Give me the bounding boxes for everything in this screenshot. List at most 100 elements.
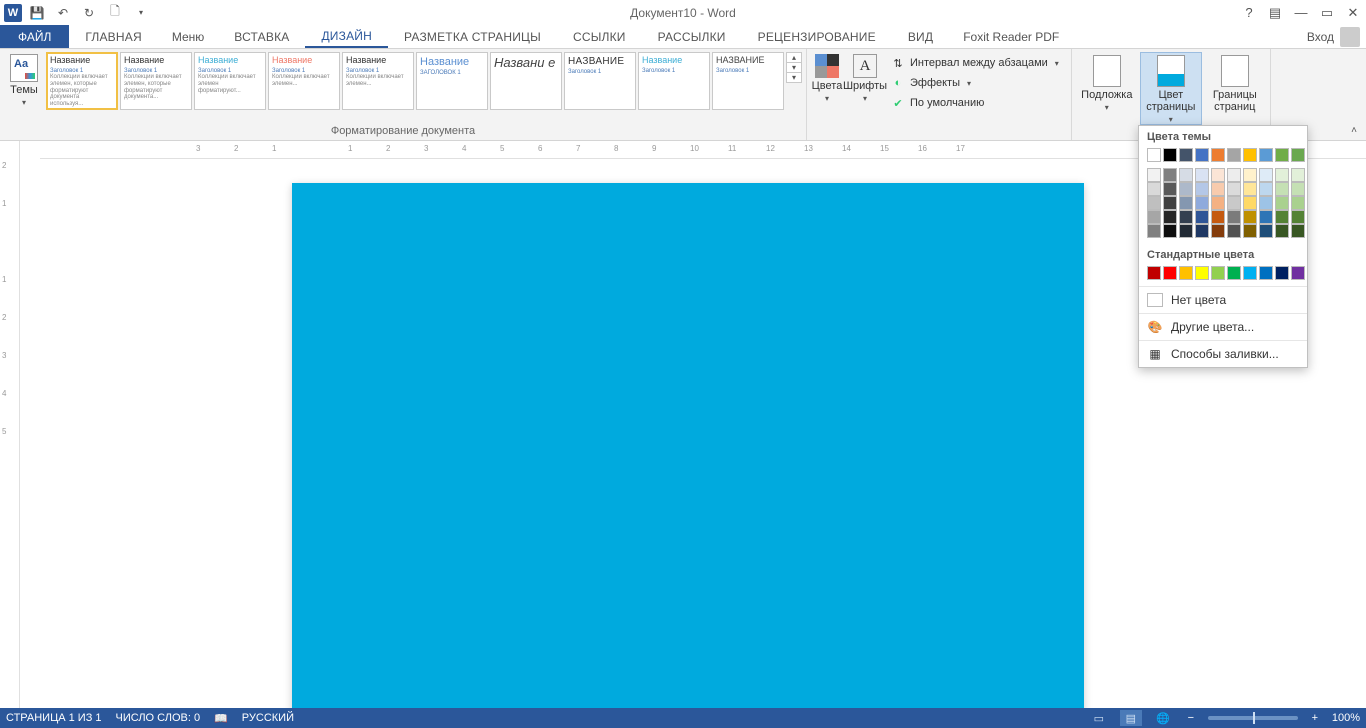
view-print-layout[interactable]: ▤ [1120,710,1142,726]
color-swatch[interactable] [1243,168,1257,182]
tab-references[interactable]: ССЫЛКИ [557,25,642,48]
color-swatch[interactable] [1291,266,1305,280]
status-language[interactable]: РУССКИЙ [242,712,294,724]
tab-mailings[interactable]: РАССЫЛКИ [642,25,742,48]
color-swatch[interactable] [1243,196,1257,210]
style-set-item[interactable]: НазваниеЗаголовок 1Коллекции включает эл… [194,52,266,110]
color-swatch[interactable] [1195,148,1209,162]
color-swatch[interactable] [1227,182,1241,196]
tab-insert[interactable]: ВСТАВКА [218,25,305,48]
collapse-ribbon-button[interactable]: ˄ [1346,122,1362,138]
themes-button[interactable]: Темы ▾ [4,52,44,107]
color-swatch[interactable] [1179,224,1193,238]
color-swatch[interactable] [1227,210,1241,224]
color-swatch[interactable] [1163,224,1177,238]
tab-page-layout[interactable]: РАЗМЕТКА СТРАНИЦЫ [388,25,557,48]
color-swatch[interactable] [1275,182,1289,196]
qat-undo-button[interactable]: ↶ [52,2,74,24]
view-read-mode[interactable]: ▭ [1088,710,1110,726]
tab-design[interactable]: ДИЗАЙН [305,25,388,48]
color-swatch[interactable] [1179,196,1193,210]
style-set-item[interactable]: НазваниеЗаголовок 1Коллекции включает эл… [120,52,192,110]
style-set-item[interactable]: НАЗВАНИЕЗаголовок 1 [564,52,636,110]
color-swatch[interactable] [1163,168,1177,182]
color-swatch[interactable] [1275,148,1289,162]
tab-menu[interactable]: Меню [158,25,218,48]
color-swatch[interactable] [1291,182,1305,196]
color-swatch[interactable] [1227,266,1241,280]
tab-home[interactable]: ГЛАВНАЯ [69,25,157,48]
gallery-scroll-down[interactable]: ▾ [786,63,802,73]
zoom-level[interactable]: 100% [1332,712,1360,724]
page-borders-button[interactable]: Границы страниц [1204,52,1266,114]
minimize-button[interactable]: — [1288,2,1314,24]
color-swatch[interactable] [1163,210,1177,224]
color-swatch[interactable] [1179,182,1193,196]
color-swatch[interactable] [1259,266,1273,280]
color-swatch[interactable] [1211,168,1225,182]
zoom-in-button[interactable]: + [1308,711,1322,725]
color-swatch[interactable] [1275,210,1289,224]
tab-view[interactable]: ВИД [892,25,949,48]
color-swatch[interactable] [1259,148,1273,162]
color-swatch[interactable] [1291,168,1305,182]
tab-foxit[interactable]: Foxit Reader PDF [949,25,1073,48]
color-swatch[interactable] [1147,266,1161,280]
color-swatch[interactable] [1195,210,1209,224]
color-swatch[interactable] [1291,196,1305,210]
color-swatch[interactable] [1275,224,1289,238]
color-swatch[interactable] [1147,182,1161,196]
close-button[interactable]: ✕ [1340,2,1366,24]
document-page[interactable] [292,183,1084,708]
color-swatch[interactable] [1259,224,1273,238]
document-formatting-gallery[interactable]: НазваниеЗаголовок 1Коллекции включает эл… [46,52,784,118]
gallery-expand[interactable]: ▾ [786,73,802,83]
style-set-item[interactable]: НАЗВАНИЕЗаголовок 1 [712,52,784,110]
color-swatch[interactable] [1163,182,1177,196]
qat-customize-button[interactable]: ▾ [130,2,152,24]
color-swatch[interactable] [1243,148,1257,162]
tab-file[interactable]: ФАЙЛ [0,25,69,48]
help-button[interactable]: ? [1236,2,1262,24]
color-swatch[interactable] [1195,182,1209,196]
qat-save-button[interactable]: 💾 [26,2,48,24]
color-swatch[interactable] [1163,148,1177,162]
set-as-default-button[interactable]: ✔ По умолчанию [887,94,1067,112]
color-swatch[interactable] [1243,266,1257,280]
color-swatch[interactable] [1259,210,1273,224]
status-word-count[interactable]: ЧИСЛО СЛОВ: 0 [116,712,201,724]
color-swatch[interactable] [1211,148,1225,162]
color-swatch[interactable] [1147,168,1161,182]
color-swatch[interactable] [1227,148,1241,162]
effects-button[interactable]: ◐ Эффекты ▾ [887,74,1067,92]
color-swatch[interactable] [1211,210,1225,224]
color-swatch[interactable] [1195,168,1209,182]
color-swatch[interactable] [1147,196,1161,210]
color-swatch[interactable] [1275,196,1289,210]
color-swatch[interactable] [1275,168,1289,182]
color-swatch[interactable] [1227,196,1241,210]
style-set-item[interactable]: НазваниеЗаголовок 1Коллекции включает эл… [342,52,414,110]
color-swatch[interactable] [1195,196,1209,210]
style-set-item[interactable]: Названи е [490,52,562,110]
color-swatch[interactable] [1195,266,1209,280]
color-swatch[interactable] [1243,210,1257,224]
style-set-item[interactable]: НазваниеЗаголовок 1 [638,52,710,110]
status-spellcheck[interactable]: 📖 [214,712,228,725]
style-set-item[interactable]: НазваниеЗаголовок 1Коллекции включает эл… [268,52,340,110]
more-colors-menuitem[interactable]: 🎨 Другие цвета... [1139,313,1307,340]
color-swatch[interactable] [1147,210,1161,224]
color-swatch[interactable] [1259,168,1273,182]
color-swatch[interactable] [1163,196,1177,210]
color-swatch[interactable] [1179,210,1193,224]
maximize-button[interactable]: ▭ [1314,2,1340,24]
color-swatch[interactable] [1211,224,1225,238]
color-swatch[interactable] [1179,148,1193,162]
color-swatch[interactable] [1179,168,1193,182]
color-swatch[interactable] [1147,224,1161,238]
color-swatch[interactable] [1291,224,1305,238]
color-swatch[interactable] [1243,182,1257,196]
color-swatch[interactable] [1211,266,1225,280]
gallery-scroll-up[interactable]: ▴ [786,52,802,63]
status-page[interactable]: СТРАНИЦА 1 ИЗ 1 [6,712,102,724]
